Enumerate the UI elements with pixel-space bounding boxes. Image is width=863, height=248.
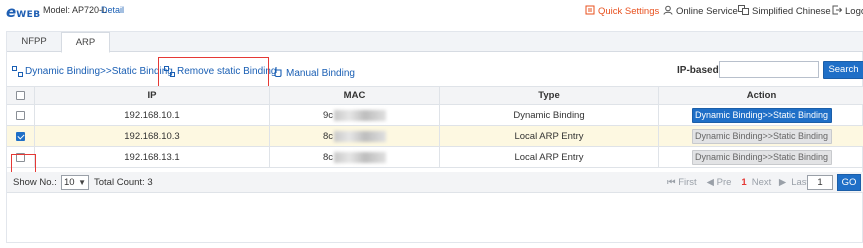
select-all-checkbox[interactable]: [16, 91, 25, 100]
action-cell: Dynamic Binding>>Static Binding: [659, 126, 863, 146]
mac-cell: 8c: [270, 147, 440, 167]
bind-static-row-button[interactable]: Dynamic Binding>>Static Binding: [691, 107, 832, 123]
ip-cell: 192.168.10.1: [35, 105, 270, 125]
action-cell: Dynamic Binding>>Static Binding: [659, 105, 863, 125]
row-checkbox[interactable]: [16, 110, 25, 120]
table-header: IP MAC Type Action: [7, 86, 863, 105]
user-icon: [663, 5, 673, 18]
mac-cell: 8c: [270, 126, 440, 146]
tab-bar: NFPP ARP: [7, 32, 863, 53]
goto-page-input[interactable]: 1: [807, 175, 833, 190]
total-count: Total Count: 3: [94, 177, 153, 188]
ip-cell: 192.168.10.3: [35, 126, 270, 146]
quick-settings-label: Quick Settings: [598, 6, 660, 17]
language-label: Simplified Chinese: [752, 6, 831, 17]
mac-redacted: [334, 130, 387, 142]
prev-page-label: Pre: [716, 177, 732, 188]
hand-pointer-icon: [274, 66, 282, 80]
logout-link[interactable]: Logo: [832, 5, 863, 18]
next-page-link[interactable]: Next ▶: [752, 177, 787, 188]
top-bar: eWEB Model: AP720-L Detail Quick Setting…: [0, 0, 863, 22]
show-no-label: Show No.:: [13, 177, 57, 188]
online-service-label: Online Service: [676, 6, 738, 17]
prev-page-link[interactable]: ◀ Pre: [707, 177, 737, 188]
first-page-label: First: [678, 177, 697, 188]
bind-static-row-button: Dynamic Binding>>Static Binding: [691, 149, 832, 165]
mac-prefix: 8c: [322, 130, 334, 142]
column-header-ip: IP: [35, 87, 270, 104]
language-icon: [738, 5, 749, 18]
go-button[interactable]: GO: [837, 174, 861, 191]
select-all-cell: [7, 87, 35, 104]
current-page: 1: [741, 177, 747, 188]
eweb-logo: eWEB: [6, 3, 41, 21]
binding-icon: [12, 66, 23, 77]
row-checkbox-cell: [7, 105, 35, 125]
tab-arp[interactable]: ARP: [61, 32, 110, 53]
action-cell: Dynamic Binding>>Static Binding: [659, 147, 863, 167]
table-row: 192.168.10.1 9c Dynamic Binding Dynamic …: [7, 105, 863, 126]
ip-cell: 192.168.13.1: [35, 147, 270, 167]
arp-table: IP MAC Type Action 192.168.10.1 9c Dynam…: [7, 86, 863, 168]
page-size-value: 10: [64, 177, 75, 188]
bind-static-row-button: Dynamic Binding>>Static Binding: [691, 128, 832, 144]
type-cell: Local ARP Entry: [440, 126, 659, 146]
manual-binding-button[interactable]: Manual Binding: [274, 66, 355, 80]
model-label: Model: AP720-L: [43, 5, 108, 15]
logout-icon: [832, 5, 843, 18]
manual-binding-label: Manual Binding: [286, 67, 355, 79]
logout-label: Logo: [845, 6, 863, 17]
row-checkbox[interactable]: [16, 131, 25, 141]
chevron-down-icon: ▼: [78, 178, 86, 187]
ip-based-label: IP-based:: [677, 65, 723, 76]
column-header-mac: MAC: [270, 87, 440, 104]
arp-panel: NFPP ARP Dynamic Binding>>Static Binding…: [6, 31, 863, 243]
quick-settings-link[interactable]: Quick Settings: [585, 5, 659, 18]
table-row: 192.168.10.3 8c Local ARP Entry Dynamic …: [7, 126, 863, 147]
mac-cell: 9c: [270, 105, 440, 125]
page-size-select[interactable]: 10 ▼: [61, 175, 89, 190]
mac-redacted: [334, 151, 387, 163]
table-row: 192.168.13.1 8c Local ARP Entry Dynamic …: [7, 147, 863, 168]
detail-link[interactable]: Detail: [101, 5, 124, 15]
tab-nfpp[interactable]: NFPP: [7, 32, 61, 52]
search-button[interactable]: Search: [823, 61, 863, 79]
type-cell: Dynamic Binding: [440, 105, 659, 125]
quick-settings-icon: [585, 5, 595, 18]
row-checkbox-cell: [7, 126, 35, 146]
next-page-label: Next: [751, 177, 772, 188]
table-footer: Show No.: 10 ▼ Total Count: 3 ⏮ First ◀ …: [7, 172, 863, 193]
ip-search-input[interactable]: [719, 61, 819, 78]
bind-static-label: Dynamic Binding>>Static Binding: [25, 66, 173, 77]
online-service-link[interactable]: Online Service: [663, 5, 738, 18]
column-header-type: Type: [440, 87, 659, 104]
pagination: ⏮ First ◀ Pre 1 Next ▶ Last ⏭: [667, 177, 830, 188]
mac-prefix: 8c: [322, 151, 334, 163]
mac-prefix: 9c: [322, 109, 334, 121]
mac-redacted: [334, 109, 387, 121]
bind-static-button[interactable]: Dynamic Binding>>Static Binding: [12, 66, 173, 77]
column-header-action: Action: [746, 90, 777, 101]
first-page-link[interactable]: ⏮ First: [667, 177, 702, 188]
language-link[interactable]: Simplified Chinese: [738, 5, 831, 18]
type-cell: Local ARP Entry: [440, 147, 659, 167]
